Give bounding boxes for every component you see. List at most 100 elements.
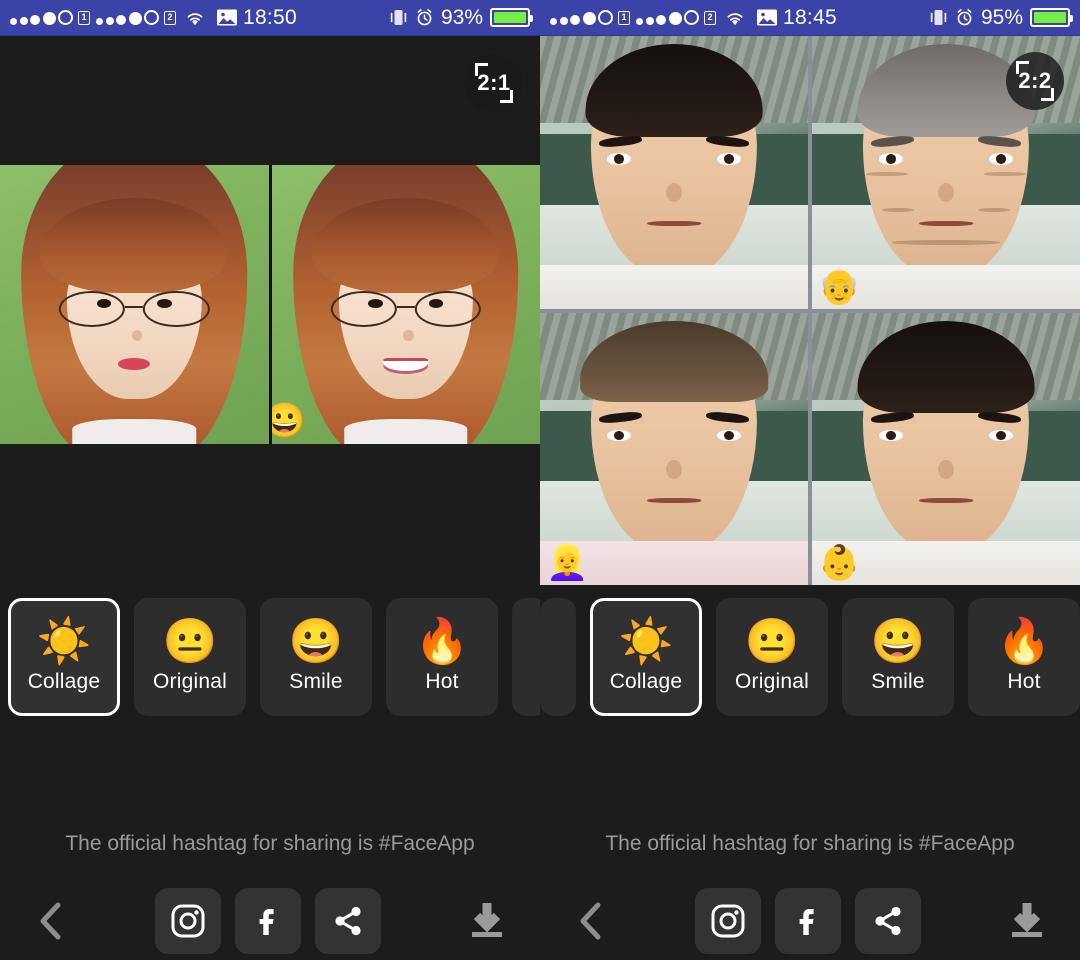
filter-button-smile[interactable]: 😀 Smile [260,598,372,716]
social-share-group [695,888,921,954]
vibrate-icon [929,8,948,27]
collage-preview-area[interactable]: 👴 2:2 👱‍♀️ [540,36,1080,585]
filter-label: Hot [425,670,458,694]
share-button[interactable] [315,888,381,954]
alarm-icon [955,8,974,27]
filter-label: Smile [871,670,925,694]
status-bar: 1 2 18:50 [0,0,540,36]
filter-label: Collage [610,670,683,694]
filter-button-original[interactable]: 😐 Original [134,598,246,716]
aspect-ratio-badge[interactable]: 2:1 [465,54,523,112]
cell-effect-emoji: 👱‍♀️ [546,546,588,580]
hashtag-hint: The official hashtag for sharing is #Fac… [0,832,540,856]
social-share-group [155,888,381,954]
download-button[interactable] [1000,899,1054,943]
sim1-badge: 1 [78,11,90,25]
filter-button-next-partial[interactable] [512,598,540,716]
neutral-face-icon: 😐 [745,620,800,664]
portrait-man-original [540,36,808,309]
instagram-button[interactable] [155,888,221,954]
status-bar-left-icons: 1 2 [550,8,778,27]
chevron-left-icon [574,899,608,943]
sim2-badge: 2 [164,11,176,25]
gallery-icon [756,8,778,27]
battery-percent: 93% [441,6,483,30]
filter-label: Original [735,670,809,694]
crop-corner-top-left-icon [475,63,488,76]
battery-icon [1030,8,1070,27]
portrait-girl-smile [272,165,541,444]
wifi-icon [724,9,746,27]
collage-star-icon: ☀️ [37,620,92,664]
collage-grid[interactable]: 👴 2:2 👱‍♀️ [540,36,1080,585]
sim1-badge: 1 [618,11,630,25]
gallery-icon [216,8,238,27]
filter-button-original[interactable]: 😐 Original [716,598,828,716]
filter-button-prev-partial[interactable] [540,598,576,716]
filter-label: Hot [1007,670,1040,694]
collage-cell-original[interactable] [0,165,269,444]
download-icon [466,899,508,943]
back-button[interactable] [26,899,76,943]
portrait-girl-original [0,165,269,444]
signal-sim1-icon [10,10,73,25]
filter-carousel[interactable]: ☀️ Collage 😐 Original 😀 Smile 🔥 Hot [540,598,1080,716]
phone-screen-right: 1 2 18:45 [540,0,1080,960]
collage-cell-smile[interactable]: 😀 [272,165,541,444]
facebook-button[interactable] [775,888,841,954]
instagram-button[interactable] [695,888,761,954]
cell-effect-emoji: 👴 [818,270,860,304]
download-icon [1006,899,1048,943]
dual-screenshot-comparison: 1 2 18:50 [0,0,1080,960]
aspect-ratio-badge[interactable]: 2:2 [1006,52,1064,110]
vibrate-icon [389,8,408,27]
collage-star-icon: ☀️ [619,620,674,664]
collage-cell-old[interactable]: 👴 2:2 [812,36,1080,309]
phone-screen-left: 1 2 18:50 [0,0,540,960]
instagram-icon [710,903,746,939]
bottom-action-bar [0,882,540,960]
bottom-action-bar [540,882,1080,960]
collage-cell-original[interactable] [540,36,808,309]
status-bar-left-icons: 1 2 [10,8,238,27]
cell-effect-emoji: 👶 [818,546,860,580]
crop-corner-bottom-right-icon [500,90,513,103]
collage-cell-female[interactable]: 👱‍♀️ [540,313,808,586]
download-button[interactable] [460,899,514,943]
chevron-left-icon [34,899,68,943]
filter-button-hot[interactable]: 🔥 Hot [386,598,498,716]
share-icon [870,903,906,939]
crop-corner-top-left-icon [1016,61,1029,74]
collage-preview-area[interactable]: 2:1 [0,36,540,594]
filter-label: Original [153,670,227,694]
battery-percent: 95% [981,6,1023,30]
fire-icon: 🔥 [997,620,1052,664]
filter-button-collage[interactable]: ☀️ Collage [8,598,120,716]
cell-effect-emoji: 😀 [272,404,306,438]
status-bar-right-icons: 93% [389,6,530,30]
collage-cell-young[interactable]: 👶 [812,313,1080,586]
signal-sim2-icon [96,10,159,25]
crop-corner-bottom-right-icon [1041,88,1054,101]
battery-icon [490,8,530,27]
status-bar: 1 2 18:45 [540,0,1080,36]
instagram-icon [170,903,206,939]
facebook-button[interactable] [235,888,301,954]
facebook-icon [790,903,826,939]
hashtag-hint: The official hashtag for sharing is #Fac… [540,832,1080,856]
grinning-face-icon: 😀 [871,620,926,664]
alarm-icon [415,8,434,27]
collage-grid[interactable]: 😀 [0,165,540,444]
filter-button-smile[interactable]: 😀 Smile [842,598,954,716]
filter-label: Collage [28,670,101,694]
filter-button-hot[interactable]: 🔥 Hot [968,598,1080,716]
filter-button-collage[interactable]: ☀️ Collage [590,598,702,716]
sim2-badge: 2 [704,11,716,25]
grinning-face-icon: 😀 [289,620,344,664]
back-button[interactable] [566,899,616,943]
status-bar-right-icons: 95% [929,6,1070,30]
wifi-icon [184,9,206,27]
filter-carousel[interactable]: ☀️ Collage 😐 Original 😀 Smile 🔥 Hot [0,598,540,716]
fire-icon: 🔥 [415,620,470,664]
share-button[interactable] [855,888,921,954]
